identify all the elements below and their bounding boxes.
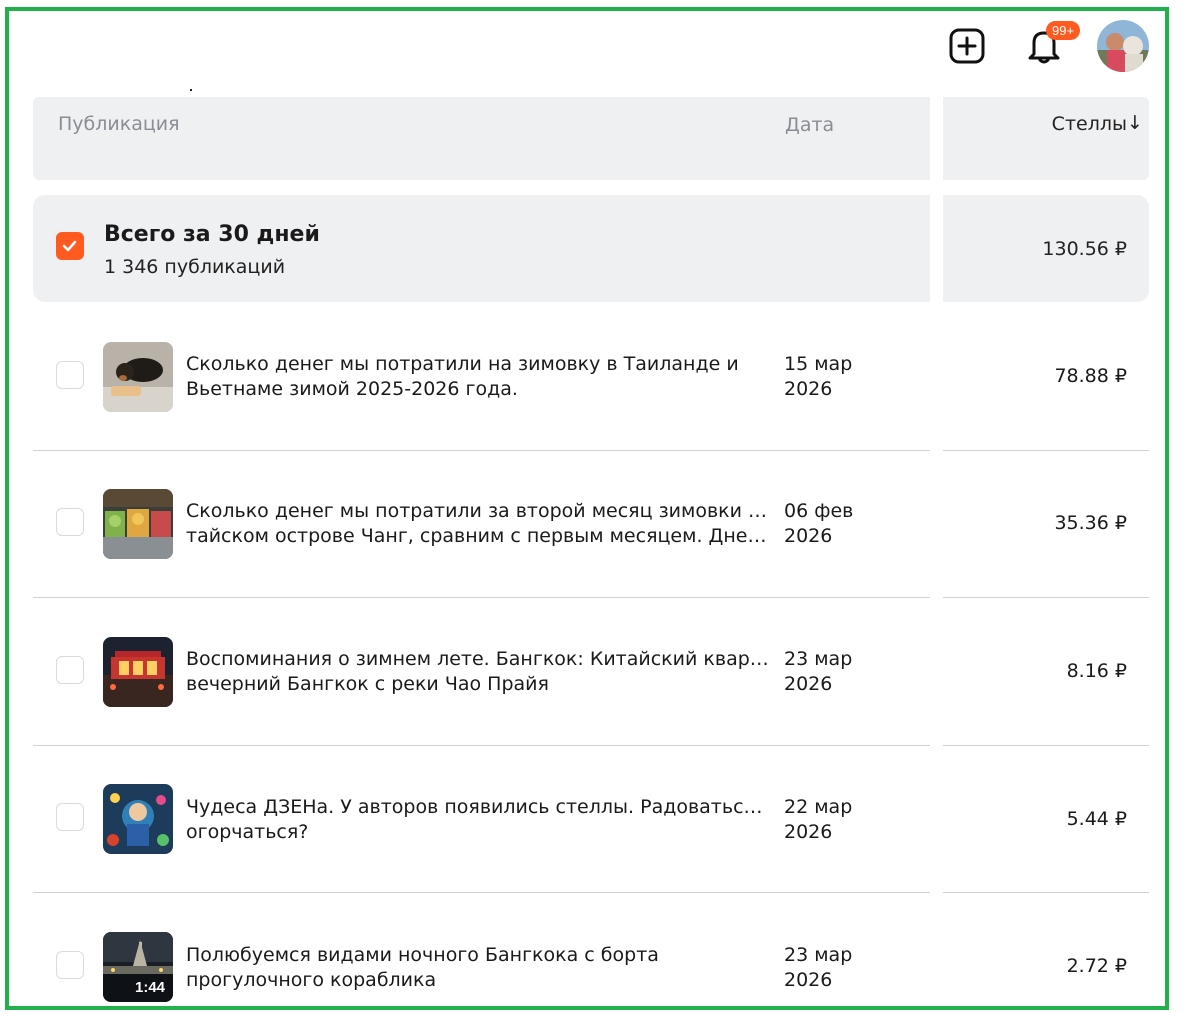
avatar[interactable]: [1097, 20, 1149, 72]
publication-date: 06 фев 2026: [784, 500, 854, 547]
plus-square-icon: [949, 28, 985, 64]
publication-date: 23 мар 2026: [784, 944, 853, 991]
publication-stells: 8.16 ₽: [1066, 660, 1127, 682]
row-divider: [33, 892, 930, 893]
row-checkbox[interactable]: [56, 803, 84, 831]
publication-title[interactable]: Чудеса ДЗЕНа. У авторов появились стеллы…: [186, 795, 771, 845]
select-all-checkbox[interactable]: [56, 232, 84, 260]
publication-thumbnail[interactable]: [103, 637, 173, 707]
row-divider: [943, 892, 1149, 893]
publication-date: 23 мар 2026: [784, 648, 853, 695]
publication-thumbnail[interactable]: [103, 342, 173, 412]
publication-date: 15 мар 2026: [784, 353, 853, 400]
publication-title[interactable]: Воспоминания о зимнем лете. Бангкок: Кит…: [186, 647, 771, 697]
publication-title[interactable]: Сколько денег мы потратили на зимовку в …: [186, 352, 771, 402]
publication-stells: 35.36 ₽: [1054, 512, 1127, 534]
total-value: 130.56 ₽: [1042, 238, 1127, 260]
row-divider: [943, 597, 1149, 598]
create-publication-button[interactable]: [948, 27, 986, 65]
publication-title[interactable]: Сколько денег мы потратили за второй мес…: [186, 499, 771, 549]
publication-title[interactable]: Полюбуемся видами ночного Бангкока с бор…: [186, 943, 771, 993]
row-divider: [33, 745, 930, 746]
row-checkbox[interactable]: [56, 361, 84, 389]
publication-stells: 5.44 ₽: [1066, 808, 1127, 830]
total-title: Всего за 30 дней: [104, 222, 320, 247]
stray-dot: [190, 89, 192, 91]
row-divider: [943, 745, 1149, 746]
total-row: [33, 195, 930, 302]
column-date[interactable]: Дата: [785, 114, 834, 136]
publication-thumbnail[interactable]: [103, 784, 173, 854]
row-checkbox[interactable]: [56, 656, 84, 684]
row-checkbox[interactable]: [56, 508, 84, 536]
table-header: [33, 97, 930, 180]
row-checkbox[interactable]: [56, 951, 84, 979]
row-divider: [943, 450, 1149, 451]
table-header-stells: [943, 97, 1149, 180]
row-divider: [33, 597, 930, 598]
video-duration: 1:44: [135, 979, 166, 996]
column-publication[interactable]: Публикация: [58, 113, 180, 135]
row-divider: [33, 450, 930, 451]
publication-stells: 78.88 ₽: [1054, 365, 1127, 387]
column-stells[interactable]: Стеллы: [1052, 113, 1127, 135]
publication-stells: 2.72 ₽: [1066, 955, 1127, 977]
checkmark-icon: [62, 240, 77, 252]
publication-date: 22 мар 2026: [784, 796, 853, 843]
sort-desc-icon[interactable]: ↓: [1127, 112, 1143, 134]
total-subtitle: 1 346 публикаций: [104, 256, 286, 278]
notifications-badge: 99+: [1046, 21, 1081, 40]
publication-thumbnail[interactable]: [103, 489, 173, 559]
